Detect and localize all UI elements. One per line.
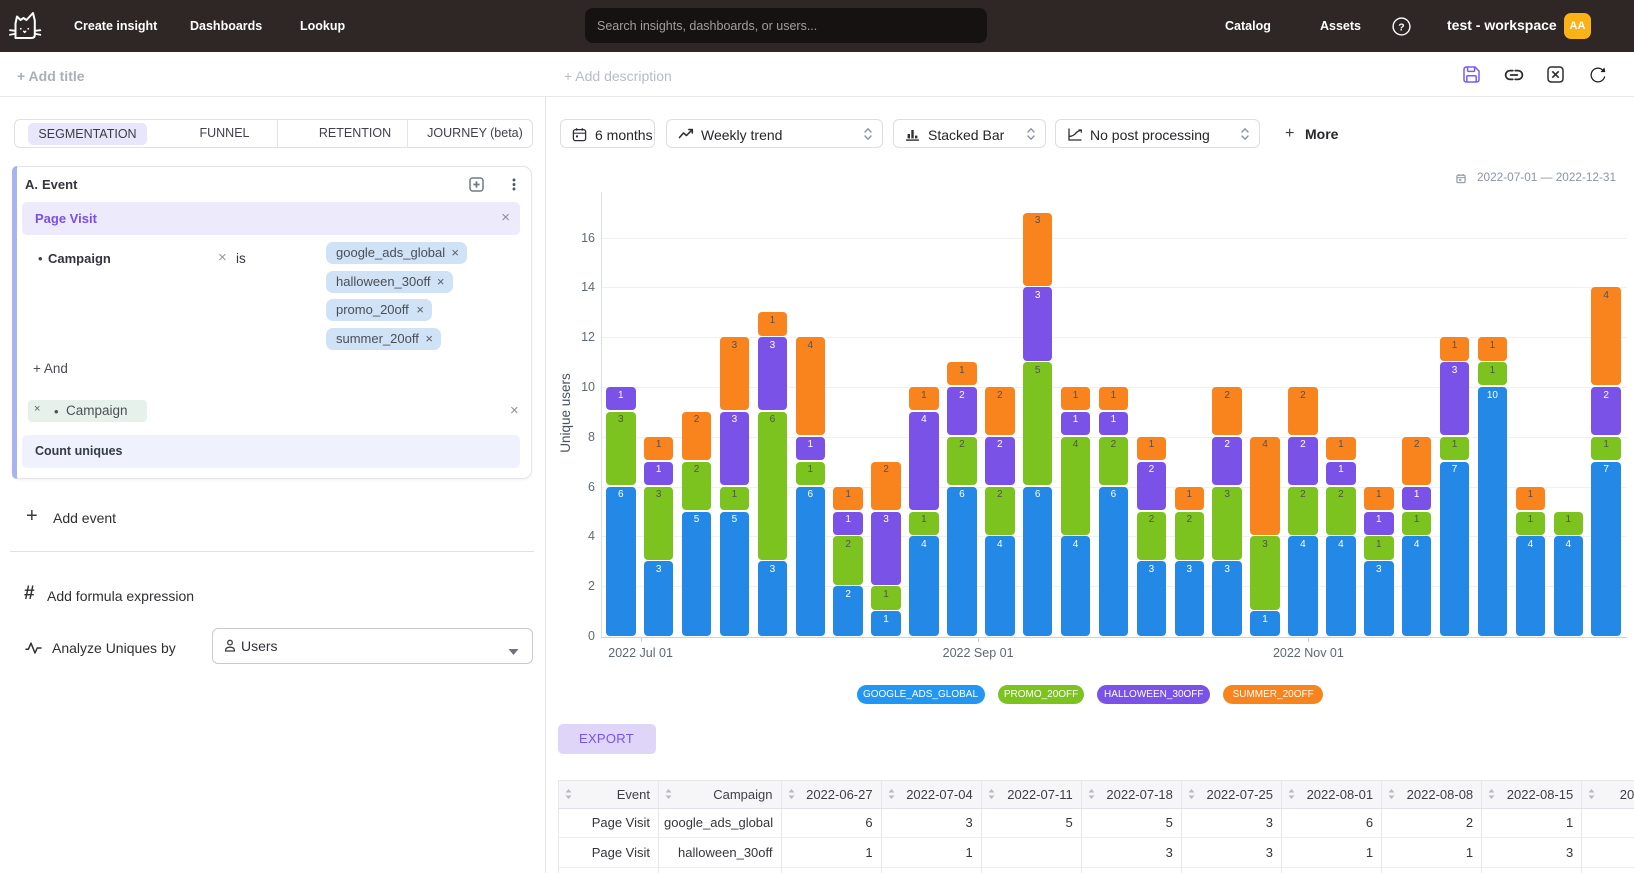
svg-text:?: ? bbox=[1398, 21, 1404, 33]
